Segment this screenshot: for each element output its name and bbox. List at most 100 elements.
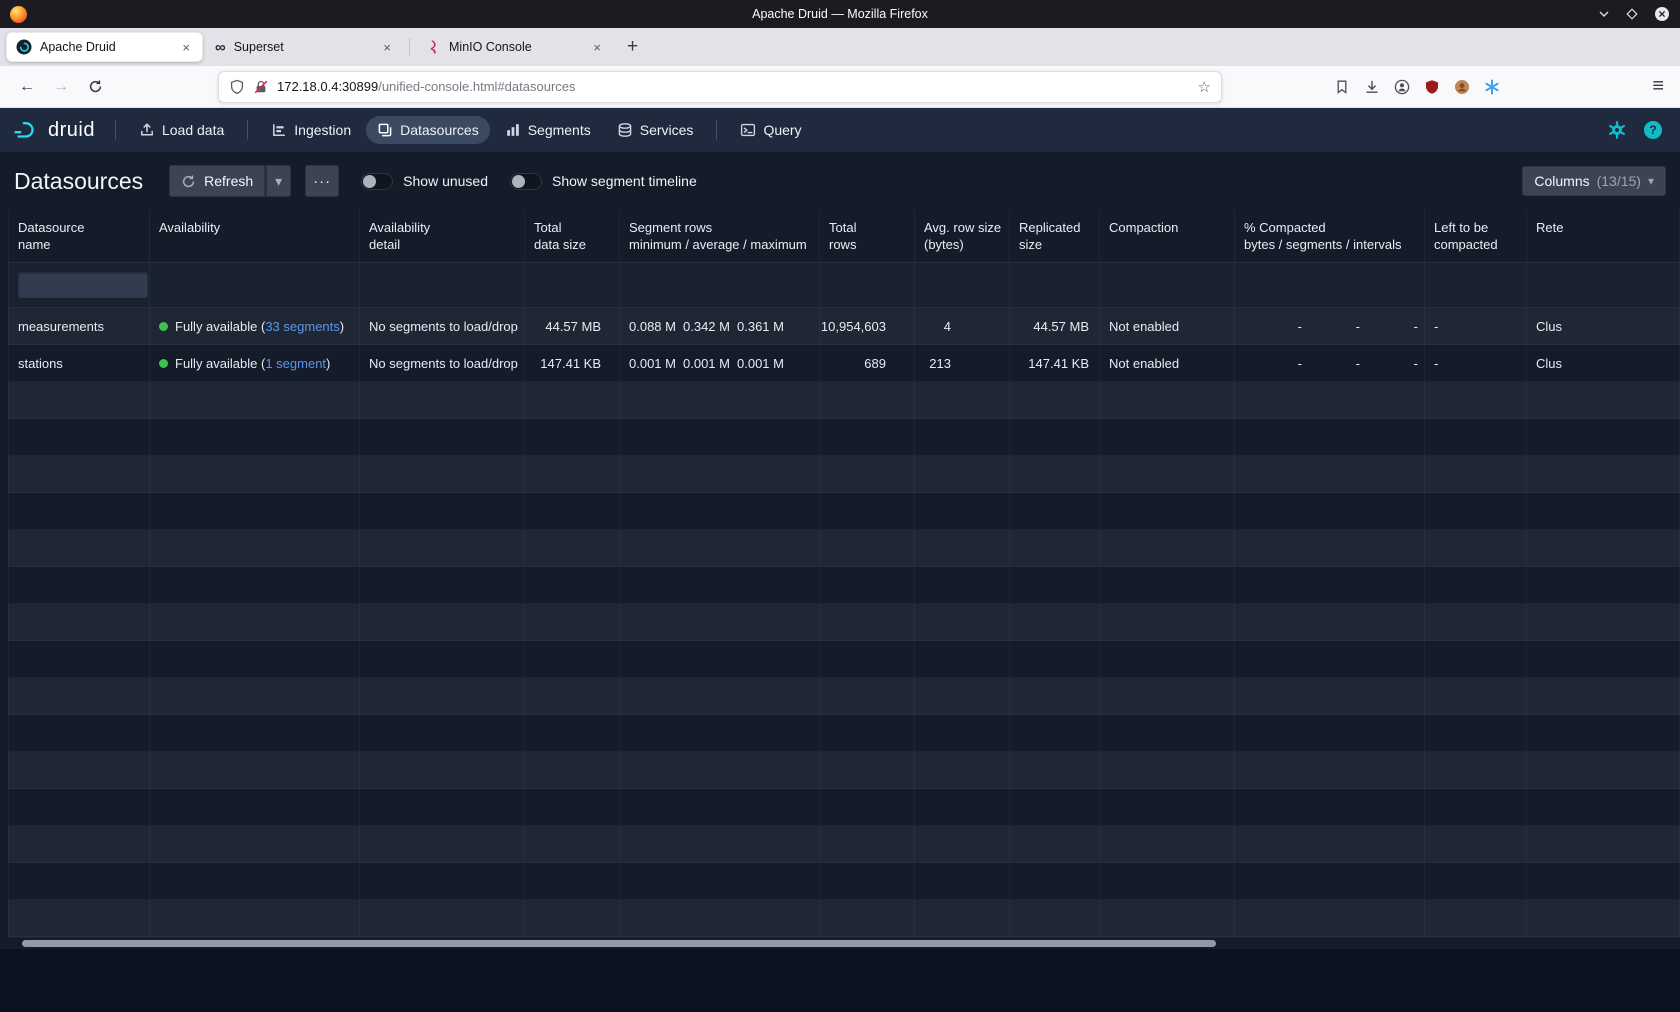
window-close-icon[interactable] xyxy=(1654,6,1670,22)
nav-services[interactable]: Services xyxy=(606,116,705,144)
col-header-total-data-size[interactable]: Totaldata size xyxy=(525,210,620,262)
table-cell-empty xyxy=(915,604,1010,640)
col-header-compaction[interactable]: Compaction xyxy=(1100,210,1235,262)
url-bar[interactable]: 172.18.0.4:30899/unified-console.html#da… xyxy=(218,71,1222,103)
col-header-retention[interactable]: Rete xyxy=(1527,210,1680,262)
columns-button[interactable]: Columns (13/15) ▾ xyxy=(1522,166,1666,196)
table-cell-empty xyxy=(620,567,820,603)
table-cell-empty xyxy=(8,752,150,788)
col-header-replicated-size[interactable]: Replicatedsize xyxy=(1010,210,1100,262)
back-button[interactable]: ← xyxy=(12,72,42,102)
segments-link[interactable]: 33 segments xyxy=(265,319,339,334)
col-header-segment-rows[interactable]: Segment rowsminimum / average / maximum xyxy=(620,210,820,262)
table-cell-empty xyxy=(820,752,915,788)
navigation-toolbar: ← → 172.18.0.4:30899/unified-console.htm… xyxy=(0,66,1680,108)
tab-apache-druid[interactable]: Apache Druid × xyxy=(6,32,203,62)
table-cell-empty xyxy=(915,678,1010,714)
page-header: Datasources Refresh ▾ ··· Show unused Sh… xyxy=(0,152,1680,210)
col-header-datasource-name[interactable]: Datasourcename xyxy=(8,210,150,262)
table-cell-empty xyxy=(8,604,150,640)
col-header-avg-row-size[interactable]: Avg. row size(bytes) xyxy=(915,210,1010,262)
cell-availability-detail: No segments to load/drop xyxy=(360,308,525,344)
table-row-empty xyxy=(8,715,1680,752)
window-maximize-icon[interactable] xyxy=(1625,7,1639,21)
table-cell-empty xyxy=(1235,493,1425,529)
downloads-icon[interactable] xyxy=(1364,79,1380,95)
table-cell-empty xyxy=(360,863,525,899)
col-header-availability[interactable]: Availability xyxy=(150,210,360,262)
tab-label: MinIO Console xyxy=(449,40,582,54)
table-cell-empty xyxy=(8,826,150,862)
help-icon[interactable]: ? xyxy=(1644,121,1662,139)
col-header-pct-compacted[interactable]: % Compactedbytes / segments / intervals xyxy=(1235,210,1425,262)
col-header-left-to-be-compacted[interactable]: Left to becompacted xyxy=(1425,210,1527,262)
segments-icon xyxy=(505,122,521,138)
table-cell-empty xyxy=(1100,715,1235,751)
table-cell-empty xyxy=(820,641,915,677)
table-cell-empty xyxy=(1425,641,1527,677)
cell-pct-compacted: --- xyxy=(1235,345,1425,381)
url-text: 172.18.0.4:30899/unified-console.html#da… xyxy=(277,79,1190,94)
reload-button[interactable] xyxy=(80,72,110,102)
tab-close-icon[interactable]: × xyxy=(380,40,394,55)
table-cell-empty xyxy=(620,826,820,862)
account-icon[interactable] xyxy=(1394,79,1410,95)
druid-logo[interactable]: druid xyxy=(14,119,95,142)
tab-minio-console[interactable]: MinIO Console × xyxy=(416,32,613,62)
table-cell-empty xyxy=(820,456,915,492)
table-cell-empty xyxy=(1527,530,1680,566)
pocket-icon[interactable] xyxy=(1334,79,1350,95)
nav-query[interactable]: Query xyxy=(729,116,812,144)
forward-button[interactable]: → xyxy=(46,72,76,102)
table-cell-empty xyxy=(620,715,820,751)
table-cell-empty xyxy=(1010,752,1100,788)
more-actions-button[interactable]: ··· xyxy=(305,165,339,197)
table-cell-empty xyxy=(915,641,1010,677)
col-header-availability-detail[interactable]: Availabilitydetail xyxy=(360,210,525,262)
table-cell-empty xyxy=(1100,530,1235,566)
segments-link[interactable]: 1 segment xyxy=(265,356,326,371)
table-filter-row xyxy=(8,262,1680,308)
tab-superset[interactable]: ∞ Superset × xyxy=(206,32,403,62)
settings-gear-icon[interactable] xyxy=(1608,121,1626,139)
tab-close-icon[interactable]: × xyxy=(590,40,604,55)
filter-cell xyxy=(1010,263,1100,307)
refresh-dropdown-button[interactable]: ▾ xyxy=(265,165,291,197)
table-row-empty xyxy=(8,604,1680,641)
show-timeline-toggle[interactable] xyxy=(510,173,542,190)
nav-datasources[interactable]: Datasources xyxy=(366,116,490,144)
datasource-filter-input[interactable] xyxy=(18,272,148,298)
horizontal-scrollbar[interactable] xyxy=(8,937,1680,949)
table-cell-empty xyxy=(1527,456,1680,492)
cell-left-to-be-compacted: - xyxy=(1425,308,1527,344)
ublock-icon[interactable] xyxy=(1424,79,1440,95)
avatar-extension-icon[interactable] xyxy=(1454,79,1470,95)
insecure-lock-icon[interactable] xyxy=(253,79,269,95)
show-unused-label: Show unused xyxy=(403,173,488,189)
scrollbar-thumb[interactable] xyxy=(22,940,1216,947)
table-cell-empty xyxy=(150,789,360,825)
show-unused-toggle[interactable] xyxy=(361,173,393,190)
table-cell-empty xyxy=(8,419,150,455)
col-header-total-rows[interactable]: Totalrows xyxy=(820,210,915,262)
table-cell-empty xyxy=(1010,715,1100,751)
refresh-label: Refresh xyxy=(204,173,253,189)
asterisk-extension-icon[interactable] xyxy=(1484,79,1500,95)
nav-load-data[interactable]: Load data xyxy=(128,116,235,144)
table-cell-empty xyxy=(1100,900,1235,936)
table-cell-empty xyxy=(1425,863,1527,899)
table-cell-empty xyxy=(360,641,525,677)
refresh-button[interactable]: Refresh xyxy=(169,165,265,197)
nav-segments[interactable]: Segments xyxy=(494,116,602,144)
table-cell-empty xyxy=(1425,789,1527,825)
tracking-protection-icon[interactable] xyxy=(229,79,245,95)
nav-ingestion[interactable]: Ingestion xyxy=(260,116,362,144)
tab-close-icon[interactable]: × xyxy=(179,40,193,55)
menu-button[interactable]: ≡ xyxy=(1652,75,1668,98)
cell-segment-rows: 0.088 M0.342 M0.361 M xyxy=(620,308,820,344)
table-cell-empty xyxy=(525,826,620,862)
new-tab-button[interactable]: + xyxy=(616,36,649,58)
window-minimize-icon[interactable] xyxy=(1598,8,1610,20)
bookmark-star-icon[interactable]: ☆ xyxy=(1198,78,1211,96)
table-cell-empty xyxy=(525,789,620,825)
